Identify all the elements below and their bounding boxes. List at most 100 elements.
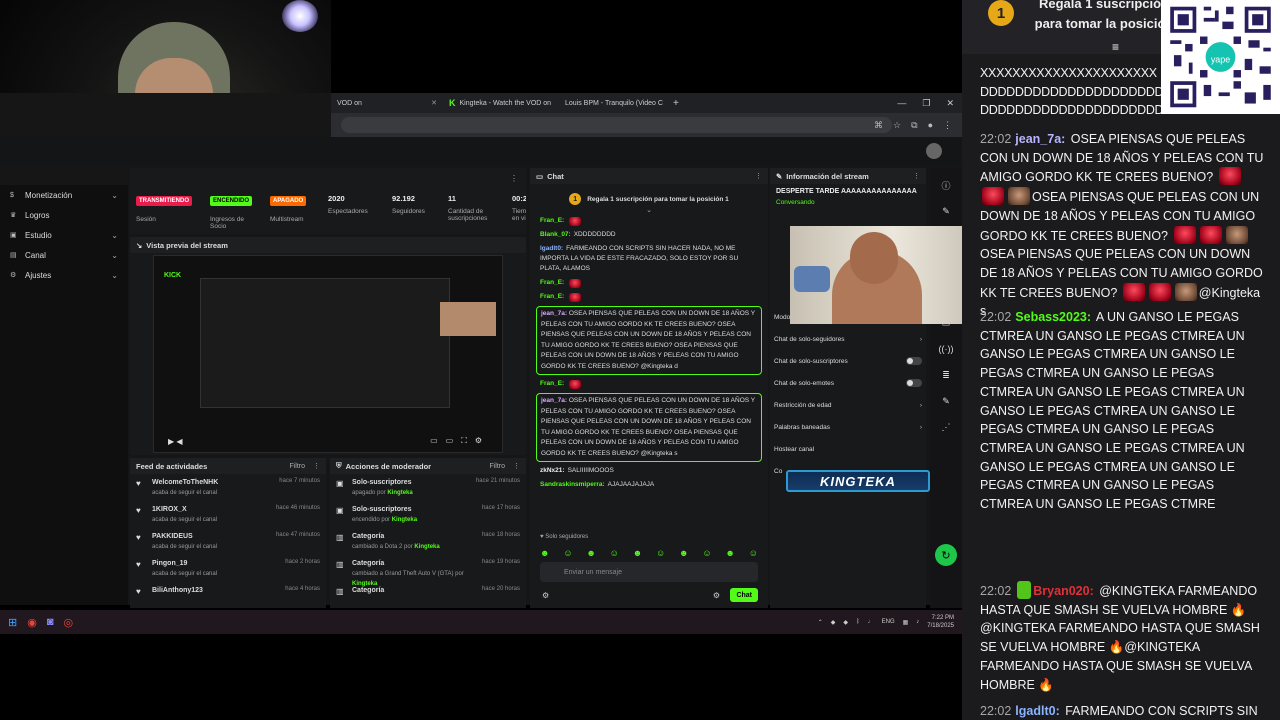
emote-button[interactable]: ☺ xyxy=(656,548,665,558)
status-badge-partner[interactable]: ENCENDIDO xyxy=(210,196,253,206)
player-controls-right[interactable]: ▭▭⛶⚙ xyxy=(430,436,490,446)
share-icon[interactable]: ⋰ xyxy=(936,418,956,436)
emote-button[interactable]: ☺ xyxy=(563,548,572,558)
emote-button[interactable]: ☻ xyxy=(679,548,688,558)
menu-icon[interactable]: ⋮ xyxy=(943,120,952,131)
chat-username[interactable]: lgadlt0: xyxy=(540,245,563,252)
feed-user[interactable]: WelcomeToTheNHK xyxy=(152,479,218,486)
emote-button[interactable]: ☻ xyxy=(540,548,549,558)
option-banned-words[interactable]: Palabras baneadas › xyxy=(770,416,926,438)
feed-user[interactable]: 1KIROX_X xyxy=(152,506,187,513)
profile-icon[interactable]: ● xyxy=(928,120,933,131)
maximize-button[interactable]: ❐ xyxy=(922,98,930,109)
avatar[interactable] xyxy=(926,143,942,159)
network-icon[interactable]: ▦ xyxy=(903,619,909,626)
mod-action-by[interactable]: Kingteka xyxy=(414,544,439,550)
stream-preview: ↘ Vista previa del stream KICK ▶ ◀ ▭▭⛶⚙ xyxy=(130,237,526,455)
filter-button[interactable]: Filtro xyxy=(289,463,305,470)
sidebar-item-canal[interactable]: ▤ Canal ⌄ xyxy=(0,245,128,265)
sidebar-item-monetizacion[interactable]: $ Monetización ⌄ xyxy=(0,185,128,205)
more-icon[interactable]: ⋮ xyxy=(755,172,762,180)
gear-icon[interactable]: ⚙ xyxy=(713,591,720,600)
chat-username[interactable]: jean_7a: xyxy=(541,397,567,404)
sidebar-item-ajustes[interactable]: ⚙ Ajustes ⌄ xyxy=(0,265,128,285)
tab-youtube[interactable]: Louis BPM - Tranquilo (Video C✕ xyxy=(555,93,667,113)
chat-username[interactable]: Sandraskinsmiperra: xyxy=(540,481,605,488)
emote-button[interactable]: ☺ xyxy=(702,548,711,558)
bluetooth-icon[interactable]: ᛒ xyxy=(856,619,860,625)
language-indicator[interactable]: ENG xyxy=(882,619,895,625)
chat-message-input[interactable]: Enviar un mensaje xyxy=(540,562,758,582)
obs-icon[interactable]: ◎ xyxy=(63,616,73,629)
broadcast-icon[interactable]: ((·)) xyxy=(936,340,956,358)
option-age-restriction[interactable]: Restricción de edad › xyxy=(770,394,926,416)
chat-username[interactable]: Fran_E: xyxy=(540,217,564,224)
chat-username[interactable]: Fran_E: xyxy=(540,293,564,300)
overlay-username: lgadlt0: xyxy=(1015,704,1060,718)
pinned-gift-banner[interactable]: 1 Regala 1 suscripción para tomar la posi… xyxy=(546,192,752,206)
info-icon[interactable]: ⓘ xyxy=(936,176,956,194)
refresh-icon[interactable]: ↻ xyxy=(935,544,957,566)
option-emotes-chat[interactable]: Chat de solo-emotes xyxy=(770,372,926,394)
chrome-icon[interactable]: ◉ xyxy=(27,616,37,629)
feed-user[interactable]: Pingon_19 xyxy=(152,560,187,567)
tray-icon[interactable]: ◆ xyxy=(843,619,848,626)
expand-icon[interactable]: ⌄ xyxy=(530,206,768,214)
chat-username[interactable]: jean_7a: xyxy=(541,310,567,317)
emote-button[interactable]: ☻ xyxy=(586,548,595,558)
chevron-up-icon[interactable]: ⌃ xyxy=(818,619,823,626)
stream-category[interactable]: Conversando xyxy=(770,199,926,206)
new-tab-button[interactable]: + xyxy=(667,98,685,109)
extensions-icon[interactable]: ⧉ xyxy=(911,120,917,131)
preview-video[interactable]: KICK ▶ ◀ ▭▭⛶⚙ xyxy=(153,255,503,453)
tab-vod[interactable]: VOD on ✕ xyxy=(331,93,443,113)
emote xyxy=(1174,282,1197,301)
more-icon[interactable]: ⋮ xyxy=(513,462,520,470)
database-icon[interactable]: ≣ xyxy=(936,366,956,384)
mod-action-by[interactable]: Kingteka xyxy=(387,490,412,496)
settings-icon[interactable]: ⚙ xyxy=(542,591,549,600)
sidebar-item-estudio[interactable]: ▣ Estudio ⌄ xyxy=(0,225,128,245)
feed-user[interactable]: PAKKIDEUS xyxy=(152,533,193,540)
mic-icon[interactable]: ♩ xyxy=(868,619,874,625)
play-pause-controls[interactable]: ▶ ◀ xyxy=(168,437,183,446)
emote-button[interactable]: ☺ xyxy=(749,548,758,558)
filter-button[interactable]: Filtro xyxy=(489,463,505,470)
sidebar-item-logros[interactable]: ♛ Logros xyxy=(0,205,128,225)
option-subscribers-chat[interactable]: Chat de solo-suscriptores xyxy=(770,350,926,372)
chat-username[interactable]: Blank_07: xyxy=(540,231,571,238)
chat-username[interactable]: zkNx21: xyxy=(540,467,565,474)
close-icon[interactable]: ✕ xyxy=(431,99,437,107)
windows-start-icon[interactable]: ⊞ xyxy=(8,616,17,629)
volume-icon[interactable]: ♪ xyxy=(916,619,919,625)
status-badge-live[interactable]: TRANSMITIENDO xyxy=(136,196,192,206)
emote-button[interactable]: ☺ xyxy=(610,548,619,558)
emote-button[interactable]: ☻ xyxy=(725,548,734,558)
tray-icon[interactable]: ◆ xyxy=(831,619,836,626)
url-field[interactable] xyxy=(341,117,892,133)
tab-kingteka[interactable]: KKingteka - Watch the VOD on✕ xyxy=(443,93,555,113)
minimize-button[interactable]: — xyxy=(897,98,906,109)
feed-user[interactable]: BiliAnthony123 xyxy=(152,587,203,594)
send-chat-button[interactable]: Chat xyxy=(730,588,758,602)
emote-button[interactable]: ☻ xyxy=(633,548,642,558)
toggle-switch[interactable] xyxy=(906,357,922,365)
discord-icon[interactable]: ◙ xyxy=(47,616,54,628)
more-icon[interactable]: ⋮ xyxy=(510,174,518,183)
subs-label: Cantidad de suscripciones xyxy=(448,208,488,222)
clock[interactable]: 7:22 PM 7/18/2025 xyxy=(927,614,954,630)
close-window-button[interactable]: ✕ xyxy=(946,98,954,109)
edit-icon[interactable]: ✎ xyxy=(936,202,956,220)
wrench-icon[interactable]: ✎ xyxy=(936,392,956,410)
chat-username[interactable]: Fran_E: xyxy=(540,279,564,286)
translate-icon[interactable]: ⌘ xyxy=(874,120,883,131)
more-icon[interactable]: ⋮ xyxy=(913,172,920,180)
chat-username[interactable]: Fran_E: xyxy=(540,380,564,387)
bookmark-star-icon[interactable]: ☆ xyxy=(893,120,901,131)
option-followers-chat[interactable]: Chat de solo-seguidores › xyxy=(770,328,926,350)
status-badge-multistream[interactable]: APAGADO xyxy=(270,196,307,206)
toggle-switch[interactable] xyxy=(906,379,922,387)
mod-action-by[interactable]: Kingteka xyxy=(392,517,417,523)
option-host-channel[interactable]: Hostear canal xyxy=(770,438,926,460)
more-icon[interactable]: ⋮ xyxy=(313,462,320,470)
